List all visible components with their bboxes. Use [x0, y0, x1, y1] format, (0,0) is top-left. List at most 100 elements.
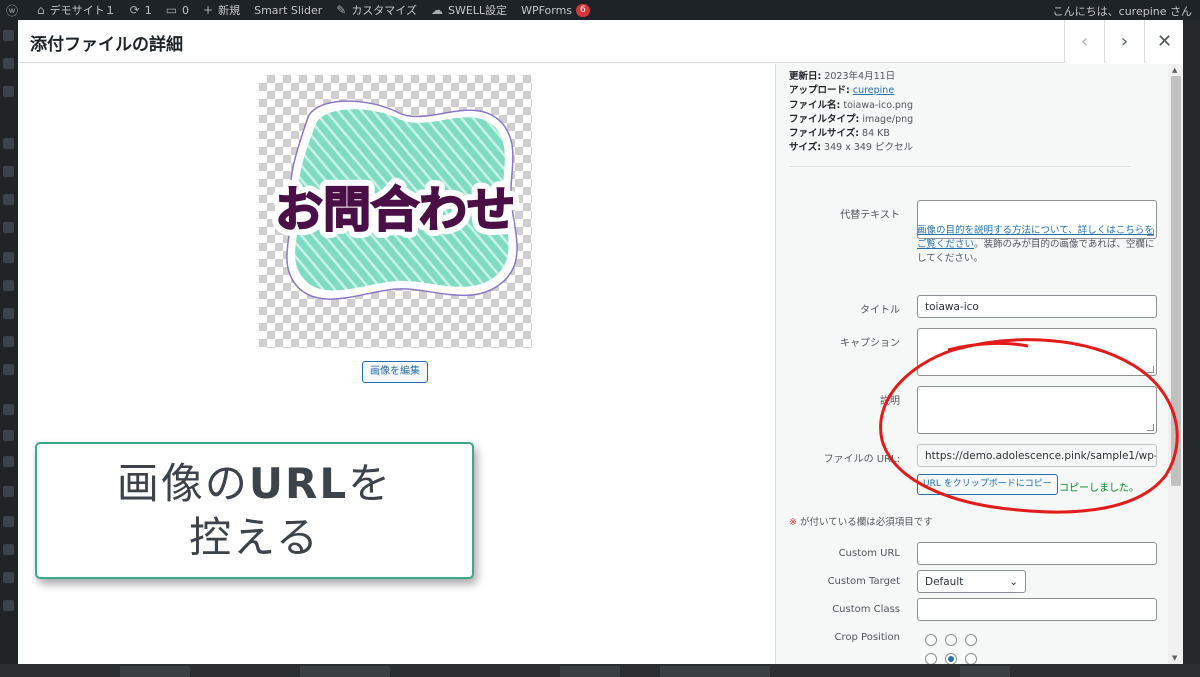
alt-text-help: 画像の目的を説明する方法について、詳しくはこちらをご覧ください。装飾のみが目的の… — [917, 225, 1155, 264]
admin-bar-customize[interactable]: ✎ カスタマイズ — [336, 2, 417, 18]
sidebar-users-icon — [3, 308, 14, 319]
sidebar-comments-icon — [3, 166, 14, 177]
scroll-down-icon[interactable]: ▼ — [1172, 654, 1177, 662]
wpforms-label: WPForms — [521, 3, 573, 17]
previous-attachment-button[interactable]: ‹ — [1064, 20, 1104, 63]
copy-success-message: コピーしました。 — [1059, 483, 1139, 494]
sidebar-extra-icon — [3, 516, 14, 527]
custom-target-select[interactable]: Default ⌄ — [917, 570, 1026, 593]
admin-bar-greeting[interactable]: こんにちは、curepine さん — [1053, 3, 1192, 19]
chevron-right-icon: › — [1120, 31, 1129, 52]
close-icon: ✕ — [1156, 31, 1173, 52]
home-icon: ⌂ — [37, 3, 45, 17]
site-name: デモサイト１ — [49, 4, 116, 17]
sidebar-posts-icon — [3, 58, 14, 69]
sidebar-pages-icon — [3, 138, 14, 149]
sidebar-extra-icon — [3, 430, 14, 441]
sidebar-settings-icon — [3, 364, 14, 375]
meta-file-size: ファイルサイズ: 84 KB — [789, 128, 890, 140]
wordpress-logo-icon[interactable]: ⓦ — [6, 2, 23, 19]
crop-radio-middle-left[interactable] — [925, 653, 937, 664]
slider-label: Smart Slider — [254, 3, 323, 17]
sidebar-collapse-icon — [3, 600, 14, 611]
crop-radio-center[interactable] — [945, 653, 957, 664]
custom-target-value: Default — [925, 575, 964, 588]
sidebar-extra-icon — [3, 572, 14, 583]
backdrop-right — [1183, 20, 1200, 677]
comment-icon: ▭ — [165, 3, 178, 17]
meta-file-name: ファイル名: toiawa-ico.png — [789, 99, 913, 111]
sidebar-extra-icon — [3, 404, 14, 415]
scroll-up-icon[interactable]: ▲ — [1172, 66, 1177, 74]
image-text: お問合わせ — [275, 182, 515, 238]
backdrop-bottom — [0, 664, 1200, 677]
file-url-label: ファイルの URL: — [823, 454, 900, 465]
title-label: タイトル — [860, 305, 900, 316]
crop-radio-top-left[interactable] — [925, 634, 937, 646]
meta-file-type: ファイルタイプ: image/png — [789, 113, 914, 125]
admin-bar-new[interactable]: + 新規 — [203, 2, 240, 18]
crop-radio-top-center[interactable] — [945, 634, 957, 646]
annotation-line-1: 画像のURLを — [116, 458, 393, 508]
annotation-callout: 画像のURLを 控える — [35, 442, 474, 579]
sidebar-dashboard-icon — [3, 30, 14, 41]
divider — [789, 166, 1131, 167]
admin-sidebar-dimmed — [0, 20, 18, 677]
meta-dimensions: サイズ: 349 x 349 ピクセル — [789, 142, 913, 154]
required-fields-note: ※ が付いている欄は必須項目です — [789, 517, 933, 528]
attachment-media-view: お問合わせ お問合わせ 画像を編集 画像のURLを 控える — [18, 64, 775, 664]
refresh-icon: ⟳ — [129, 3, 140, 17]
wpforms-badge: 6 — [576, 3, 590, 17]
sidebar-blocks-icon — [3, 194, 14, 205]
sidebar-extra-icon — [3, 456, 14, 467]
admin-bar-comments[interactable]: ▭ 0 — [166, 3, 189, 17]
admin-bar-wpforms[interactable]: WPForms 6 — [521, 3, 590, 17]
admin-bar-swell[interactable]: ☁ SWELL設定 — [431, 2, 507, 18]
uploader-link[interactable]: curepine — [853, 85, 894, 96]
custom-target-label: Custom Target — [827, 576, 900, 587]
file-details: 更新日: 2023年4月11日 アップロード: curepine ファイル名: … — [789, 70, 913, 156]
custom-url-label: Custom URL — [838, 548, 900, 559]
chevron-left-icon: ‹ — [1080, 31, 1089, 52]
comments-count: 0 — [182, 3, 190, 17]
sidebar-tools-icon — [3, 336, 14, 347]
sidebar-media-icon — [3, 86, 14, 97]
attachment-details-sidebar: 更新日: 2023年4月11日 アップロード: curepine ファイル名: … — [775, 64, 1183, 664]
attachment-image: お問合わせ お問合わせ — [259, 75, 532, 348]
modal-header: 添付ファイルの詳細 ‹ › ✕ — [18, 20, 1183, 63]
new-label: 新規 — [218, 4, 241, 17]
admin-bar-smart-slider[interactable]: Smart Slider — [254, 4, 322, 17]
custom-class-field[interactable] — [917, 598, 1157, 621]
description-label: 説明 — [880, 396, 900, 407]
swell-label: SWELL設定 — [447, 4, 508, 17]
sidebar-appearance-icon — [3, 252, 14, 263]
image-artwork: お問合わせ お問合わせ — [268, 100, 522, 300]
sidebar-forms-icon — [3, 222, 14, 233]
copy-url-button[interactable]: URL をクリップボードにコピー — [917, 474, 1058, 495]
edit-image-button[interactable]: 画像を編集 — [362, 361, 428, 383]
updates-count: 1 — [144, 3, 152, 17]
next-attachment-button[interactable]: › — [1104, 20, 1144, 63]
file-url-field[interactable]: https://demo.adolescence.pink/sample1/wp… — [917, 444, 1157, 467]
plus-icon: + — [203, 3, 214, 17]
meta-uploaded-on: 更新日: 2023年4月11日 — [789, 71, 896, 82]
crop-radio-middle-right[interactable] — [965, 653, 977, 664]
sidebar-extra-icon — [3, 544, 14, 555]
custom-class-label: Custom Class — [832, 604, 900, 615]
title-field[interactable]: toiawa-ico — [917, 295, 1157, 318]
modal-title: 添付ファイルの詳細 — [30, 35, 183, 55]
admin-bar-site[interactable]: ⌂ デモサイト１ — [37, 2, 116, 18]
crop-radio-top-right[interactable] — [965, 634, 977, 646]
caption-field[interactable] — [917, 328, 1157, 376]
details-scrollbar[interactable]: ▲ ▼ — [1168, 64, 1183, 664]
custom-url-field[interactable] — [917, 542, 1157, 565]
admin-bar: ⓦ ⌂ デモサイト１ ⟳ 1 ▭ 0 + 新規 Smart Slider ✎ カスタマイズ… — [0, 0, 1200, 20]
scrollbar-thumb[interactable] — [1171, 76, 1181, 486]
admin-bar-updates[interactable]: ⟳ 1 — [130, 3, 152, 17]
crop-position-label: Crop Position — [834, 632, 900, 643]
close-modal-button[interactable]: ✕ — [1144, 20, 1183, 63]
alt-text-label: 代替テキスト — [840, 210, 900, 221]
description-field[interactable] — [917, 386, 1157, 434]
attachment-details-modal: 添付ファイルの詳細 ‹ › ✕ お問合わせ お問合わせ 画像を編集 画像のURL… — [18, 20, 1183, 664]
sidebar-plugins-icon — [3, 280, 14, 291]
